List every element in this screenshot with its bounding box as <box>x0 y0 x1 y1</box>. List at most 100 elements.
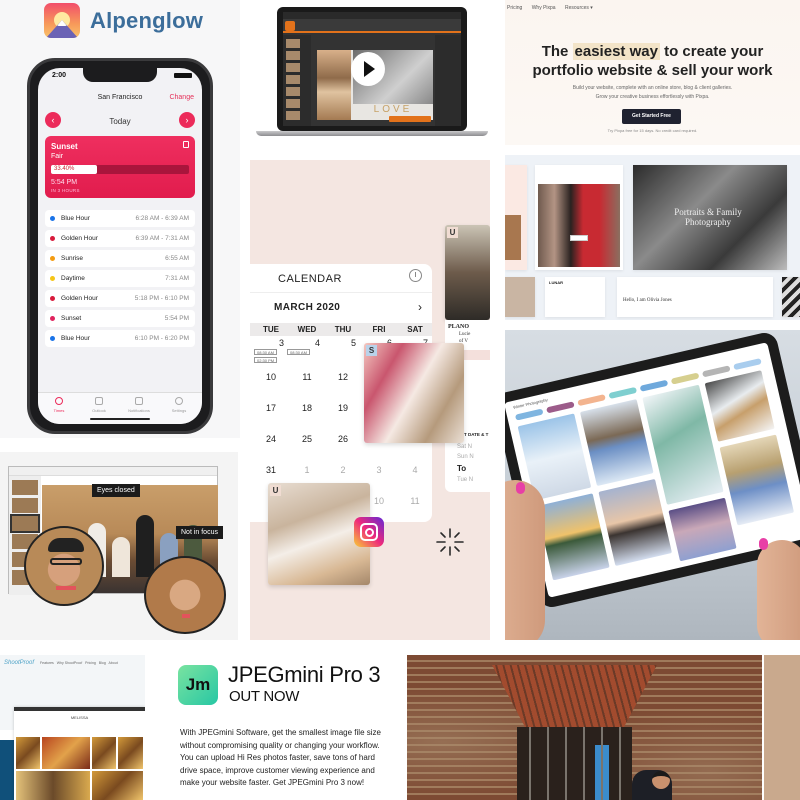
calendar-day[interactable]: 4 <box>292 338 320 348</box>
event-name: Blue Hour <box>61 215 90 222</box>
gallery-photo[interactable] <box>536 493 610 581</box>
time-slot[interactable]: 08:30 AM <box>254 349 277 355</box>
gallery-photo[interactable] <box>92 737 116 769</box>
time-slot[interactable]: 08:30 AM <box>287 349 310 355</box>
right-hand <box>757 540 800 640</box>
template-card[interactable]: Hello, I am Olivia Jones <box>617 277 773 317</box>
date-option[interactable]: Sun N <box>457 454 474 460</box>
share-icon[interactable] <box>183 141 189 148</box>
ipad-gallery-preview: Winter Photography <box>505 330 800 640</box>
template-card-featured[interactable]: Portraits & Family Photography <box>633 165 787 270</box>
sunset-card[interactable]: Sunset Fair 33.40% 5:54 PM IN 3 HOURS <box>45 136 195 198</box>
calendar-day[interactable]: 4 <box>400 465 430 475</box>
promo-title: JPEGmini Pro 3 <box>228 662 381 687</box>
calendar-day[interactable]: 17 <box>256 403 286 413</box>
event-time: 7:31 AM <box>165 275 189 282</box>
home-button[interactable] <box>285 21 295 31</box>
event-row[interactable]: Golden Hour 5:18 PM - 6:10 PM <box>45 290 195 307</box>
get-started-button[interactable]: Get Started Free <box>622 109 681 124</box>
calendar-icon <box>95 397 103 405</box>
time-slot[interactable]: 02:30 PM <box>254 357 278 363</box>
left-hand <box>505 480 545 640</box>
calendar-day[interactable]: 3 <box>256 338 284 348</box>
website-templates-showcase: Portraits & Family Photography LUNAR Hel… <box>505 155 800 320</box>
calendar-day[interactable]: 11 <box>292 372 322 382</box>
calendar-day[interactable]: 10 <box>256 372 286 382</box>
date-option[interactable]: Tue N <box>457 477 473 483</box>
calendar-day[interactable]: 11 <box>400 496 430 506</box>
scheduled-post-photo[interactable]: U <box>445 225 490 320</box>
play-video-button[interactable] <box>351 52 385 86</box>
event-row[interactable]: Golden Hour 6:39 AM - 7:31 AM <box>45 230 195 247</box>
page-thumbnails <box>283 35 311 126</box>
event-time: 6:28 AM - 6:39 AM <box>135 215 189 222</box>
calendar-day[interactable]: 3 <box>364 465 394 475</box>
filter-tag[interactable] <box>546 401 575 414</box>
calendar-day[interactable]: 1 <box>292 465 322 475</box>
gallery-photo[interactable] <box>16 771 90 800</box>
tab-times[interactable]: Times <box>44 397 74 413</box>
calendar-day[interactable]: 2 <box>328 465 358 475</box>
nav-pricing[interactable]: Pricing <box>507 5 522 11</box>
event-row[interactable]: Blue Hour 6:10 PM - 6:20 PM <box>45 330 195 347</box>
next-month-button[interactable]: › <box>418 300 422 314</box>
gallery-photo[interactable] <box>579 399 654 487</box>
tab-settings[interactable]: Settings <box>164 397 194 413</box>
tab-notifications[interactable]: Notifications <box>124 397 154 413</box>
calendar-day[interactable]: 19 <box>328 403 358 413</box>
nav-resources[interactable]: Resources ▾ <box>565 5 593 11</box>
hero-headline: The easiest way to create your portfolio… <box>532 43 773 79</box>
change-location-button[interactable]: Change <box>169 94 194 101</box>
tab-outlook[interactable]: Outlook <box>84 397 114 413</box>
hero-subtext: Build your website, complete with an onl… <box>572 85 733 100</box>
gallery-photo[interactable] <box>719 434 795 526</box>
event-name: Sunset <box>61 315 82 322</box>
gallery-photo[interactable] <box>92 771 143 800</box>
event-row[interactable]: Sunrise 6:55 AM <box>45 250 195 267</box>
template-card[interactable] <box>505 277 535 317</box>
card-relative-time: IN 3 HOURS <box>51 188 80 193</box>
event-time: 5:18 PM - 6:10 PM <box>134 295 189 302</box>
template-card[interactable] <box>505 165 527 270</box>
scheduled-post-photo[interactable]: S <box>364 343 464 443</box>
template-card[interactable] <box>782 277 800 317</box>
gallery-photo[interactable] <box>42 737 90 769</box>
filter-tag[interactable] <box>639 379 669 392</box>
clock-icon[interactable] <box>409 269 422 282</box>
filter-tag[interactable] <box>514 408 544 421</box>
event-time: 6:39 AM - 7:31 AM <box>135 235 189 242</box>
next-day-button[interactable]: › <box>179 112 195 128</box>
calendar-day[interactable]: 12 <box>328 372 358 382</box>
calendar-day[interactable]: 31 <box>256 465 286 475</box>
calendar-day[interactable]: 26 <box>328 434 358 444</box>
nav-why-pixpa[interactable]: Why Pixpa <box>532 5 556 11</box>
order-buttons[interactable] <box>389 116 431 122</box>
event-row[interactable]: Sunset 5:54 PM <box>45 310 195 327</box>
promo-subtitle: OUT NOW <box>229 688 300 705</box>
template-card[interactable]: LUNAR <box>545 277 605 317</box>
gallery-photo[interactable] <box>118 737 143 769</box>
calendar-day[interactable]: 18 <box>292 403 322 413</box>
app-name: Alpenglow <box>90 8 204 33</box>
template-card[interactable] <box>535 165 623 270</box>
calendar-day[interactable]: 24 <box>256 434 286 444</box>
filter-tag[interactable] <box>733 358 762 371</box>
date-option[interactable]: Sat N <box>457 444 472 450</box>
filter-tag[interactable] <box>701 365 731 378</box>
event-row[interactable]: Blue Hour 6:28 AM - 6:39 AM <box>45 210 195 227</box>
calendar-day[interactable]: 5 <box>328 338 356 348</box>
filter-tag[interactable] <box>577 394 606 407</box>
event-row[interactable]: Daytime 7:31 AM <box>45 270 195 287</box>
gallery-photo[interactable] <box>598 478 673 567</box>
filter-tag[interactable] <box>670 372 700 385</box>
gallery-photo[interactable] <box>16 737 40 769</box>
event-color-dot <box>50 296 55 301</box>
gallery-photo[interactable] <box>704 370 775 442</box>
filter-tag[interactable] <box>608 386 638 400</box>
event-name: Golden Hour <box>61 295 98 302</box>
client-gallery-mockup: MELISSA <box>14 707 145 800</box>
date-option-selected[interactable]: To <box>457 464 466 473</box>
gallery-photo[interactable] <box>668 497 737 562</box>
quality-progress-bar: 33.40% <box>51 165 189 174</box>
calendar-day[interactable]: 25 <box>292 434 322 444</box>
